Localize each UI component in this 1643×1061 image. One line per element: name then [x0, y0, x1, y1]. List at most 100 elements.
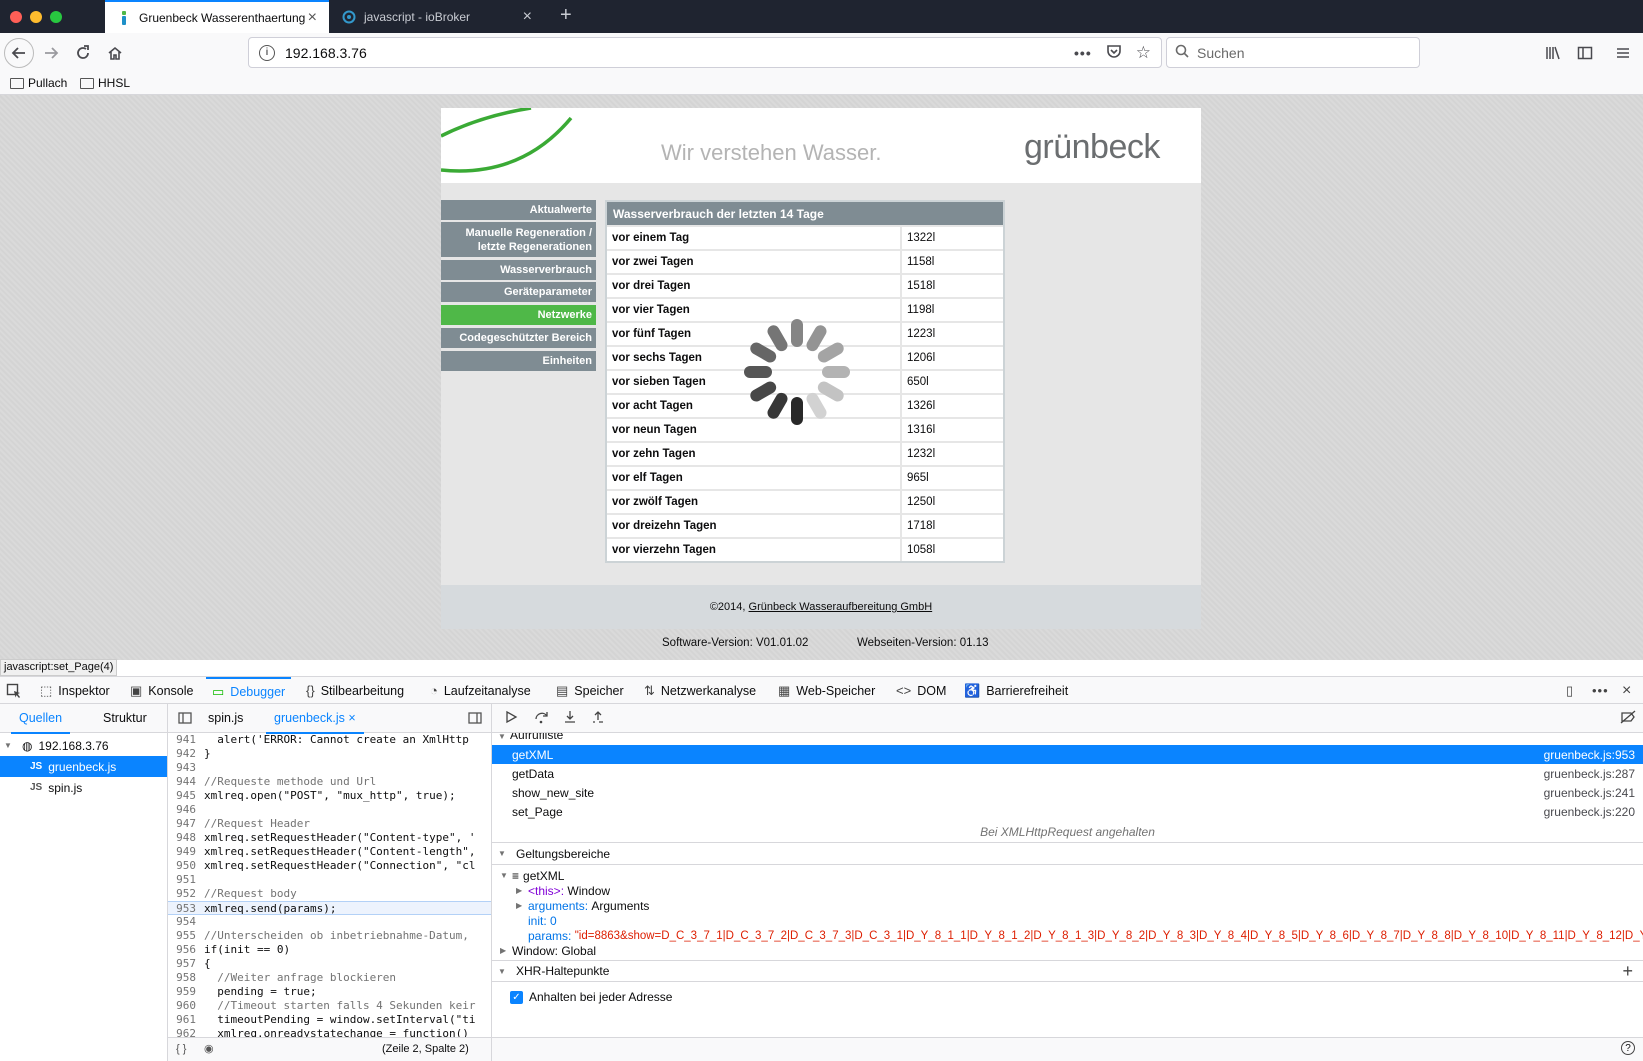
- line-number[interactable]: 941: [168, 733, 204, 747]
- step-out-icon[interactable]: [590, 710, 606, 727]
- bookmark-pullach[interactable]: Pullach: [10, 76, 67, 90]
- line-number[interactable]: 960: [168, 999, 204, 1013]
- code-view[interactable]: 941 alert('ERROR: Cannot create an XmlHt…: [168, 733, 491, 1041]
- code-line[interactable]: 953 xmlreq.send(params);: [168, 901, 491, 915]
- code-line[interactable]: 945 xmlreq.open("POST", "mux_http", true)…: [168, 789, 491, 803]
- menu-codegeschuetzter-bereich[interactable]: Codegeschützter Bereich: [441, 328, 596, 348]
- step-in-icon[interactable]: [562, 710, 578, 727]
- line-number[interactable]: 952: [168, 887, 204, 901]
- code-line[interactable]: 955//Unterscheiden ob inbetriebnahme-Dat…: [168, 929, 491, 943]
- add-xhr-breakpoint-icon[interactable]: +: [1622, 961, 1633, 982]
- scope-arguments[interactable]: ▶ arguments: Arguments: [500, 898, 1643, 913]
- tab-quellen[interactable]: Quellen: [10, 711, 71, 734]
- line-number[interactable]: 955: [168, 929, 204, 943]
- toggle-sources-icon[interactable]: [178, 711, 192, 728]
- line-number[interactable]: 959: [168, 985, 204, 999]
- resume-icon[interactable]: [504, 710, 518, 727]
- search-input[interactable]: Suchen: [1166, 37, 1420, 68]
- tab-netzwerkanalyse[interactable]: ⇅ Netzwerkanalyse: [644, 677, 756, 704]
- code-line[interactable]: 943: [168, 761, 491, 775]
- close-window-button[interactable]: [10, 11, 22, 23]
- code-line[interactable]: 949 xmlreq.setRequestHeader("Content-leng…: [168, 845, 491, 859]
- library-icon[interactable]: [1538, 38, 1568, 68]
- menu-wasserverbrauch[interactable]: Wasserverbrauch: [441, 260, 596, 280]
- step-over-icon[interactable]: [534, 710, 550, 727]
- reload-button[interactable]: [68, 38, 98, 68]
- line-number[interactable]: 950: [168, 859, 204, 873]
- tab-iobroker[interactable]: javascript - ioBroker ×: [330, 0, 544, 33]
- line-number[interactable]: 947: [168, 817, 204, 831]
- tab-dom[interactable]: <> DOM: [896, 677, 946, 704]
- line-number[interactable]: 949: [168, 845, 204, 859]
- info-icon[interactable]: i: [259, 44, 275, 61]
- tab-laufzeitanalyse[interactable]: ◔ Laufzeitanalyse: [430, 677, 531, 704]
- line-number[interactable]: 944: [168, 775, 204, 789]
- callstack-frame[interactable]: getData gruenbeck.js:287: [492, 764, 1643, 783]
- tab-debugger[interactable]: ▭ Debugger: [206, 677, 292, 704]
- code-line[interactable]: 950 xmlreq.setRequestHeader("Connection",…: [168, 859, 491, 873]
- more-options-icon[interactable]: •••: [1592, 677, 1609, 704]
- scope-getxml[interactable]: ▼ ≡ getXML: [500, 868, 1643, 883]
- company-link[interactable]: Grünbeck Wasseraufbereitung GmbH: [749, 601, 933, 613]
- bookmark-hhsl[interactable]: HHSL: [80, 76, 130, 90]
- code-line[interactable]: 948 xmlreq.setRequestHeader("Content-type…: [168, 831, 491, 845]
- code-line[interactable]: 959 pending = true;: [168, 985, 491, 999]
- xhr-breakpoints-header[interactable]: ▼ XHR-Haltepunkte +: [492, 960, 1643, 982]
- code-line[interactable]: 947//Request Header: [168, 817, 491, 831]
- code-line[interactable]: 957{: [168, 957, 491, 971]
- menu-geraeteparameter[interactable]: Geräteparameter: [441, 282, 596, 302]
- menu-einheiten[interactable]: Einheiten: [441, 351, 596, 371]
- line-number[interactable]: 958: [168, 971, 204, 985]
- line-number[interactable]: 961: [168, 1013, 204, 1027]
- line-number[interactable]: 946: [168, 803, 204, 817]
- help-icon[interactable]: ?: [1621, 1041, 1635, 1055]
- line-number[interactable]: 953: [168, 902, 204, 915]
- menu-icon[interactable]: [1608, 38, 1638, 68]
- page-actions-icon[interactable]: •••: [1074, 45, 1092, 61]
- scope-window[interactable]: ▶ Window: Global: [500, 943, 1643, 958]
- code-line[interactable]: 952//Request body: [168, 887, 491, 901]
- maximize-window-button[interactable]: [50, 11, 62, 23]
- code-line[interactable]: 961 timeoutPending = window.setInterval(…: [168, 1013, 491, 1027]
- code-line[interactable]: 942}: [168, 747, 491, 761]
- line-number[interactable]: 954: [168, 915, 204, 929]
- blackbox-icon[interactable]: ◉: [204, 1042, 214, 1055]
- line-number[interactable]: 948: [168, 831, 204, 845]
- tab-speicher[interactable]: ▤ Speicher: [556, 677, 624, 704]
- back-button[interactable]: [4, 38, 34, 68]
- code-line[interactable]: 960 //Timeout starten falls 4 Sekunden k…: [168, 999, 491, 1013]
- xhr-any-url-checkbox[interactable]: ✓: [510, 990, 523, 1004]
- home-button[interactable]: [100, 38, 130, 68]
- minimize-window-button[interactable]: [30, 11, 42, 23]
- line-number[interactable]: 957: [168, 957, 204, 971]
- forward-button[interactable]: [36, 38, 66, 68]
- editor-tab-gruenbeck[interactable]: gruenbeck.js ×: [266, 711, 364, 734]
- callstack-frame[interactable]: set_Page gruenbeck.js:220: [492, 802, 1643, 821]
- deactivate-breakpoints-icon[interactable]: [1620, 710, 1636, 727]
- code-line[interactable]: 944//Requeste methode und Url: [168, 775, 491, 789]
- scopes-header[interactable]: ▼ Geltungsbereiche: [492, 843, 1643, 865]
- close-devtools-icon[interactable]: ×: [1622, 677, 1631, 704]
- line-number[interactable]: 956: [168, 943, 204, 957]
- menu-manuelle-regeneration[interactable]: Manuelle Regeneration / letzte Regenerat…: [441, 222, 596, 257]
- callstack-frame[interactable]: getXML gruenbeck.js:953: [492, 745, 1643, 764]
- sidebar-icon[interactable]: [1570, 38, 1600, 68]
- toggle-debug-pane-icon[interactable]: [468, 711, 482, 728]
- pretty-print-icon[interactable]: { }: [176, 1043, 186, 1055]
- code-line[interactable]: 958 //Weiter anfrage blockieren: [168, 971, 491, 985]
- bookmark-star-icon[interactable]: ☆: [1136, 43, 1151, 63]
- tab-stilbearbeitung[interactable]: {} Stilbearbeitung: [306, 677, 404, 704]
- close-tab-icon[interactable]: ×: [308, 9, 317, 27]
- new-tab-icon[interactable]: +: [560, 4, 572, 27]
- code-line[interactable]: 954: [168, 915, 491, 929]
- close-tab-icon[interactable]: ×: [348, 711, 355, 725]
- scope-this[interactable]: ▶ <this>: Window: [500, 883, 1643, 898]
- code-line[interactable]: 956 if(init == 0): [168, 943, 491, 957]
- dock-icon[interactable]: ▯: [1566, 677, 1573, 704]
- url-bar[interactable]: i 192.168.3.76 ••• ☆: [248, 37, 1162, 68]
- editor-tab-spin[interactable]: spin.js: [208, 711, 243, 725]
- line-number[interactable]: 951: [168, 873, 204, 887]
- code-line[interactable]: 951: [168, 873, 491, 887]
- tree-host[interactable]: ▼ ◍ 192.168.3.76: [0, 735, 167, 756]
- tab-inspektor[interactable]: ⬚ Inspektor: [40, 677, 110, 704]
